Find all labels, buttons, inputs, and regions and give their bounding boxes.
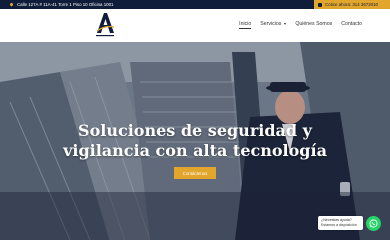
hero-title-line-2: vigilancia con alta tecnología <box>63 141 327 160</box>
hero-title-line-1: Soluciones de seguridad y <box>78 121 312 140</box>
nav-item-contacto[interactable]: Contacto <box>341 21 362 29</box>
site-header: Inicio Servicios Quiénes Somos Contacto <box>0 9 390 42</box>
chat-bubble[interactable]: ¿Necesitas ayuda? Estamos a disposición <box>318 216 363 230</box>
contact-button[interactable]: Contáctenos <box>174 167 216 179</box>
whatsapp-button[interactable] <box>366 216 381 231</box>
address-block: Calle 127A # 11A-41 Torre 1 Piso 10 Ofic… <box>0 0 114 9</box>
hero-title: Soluciones de seguridad y vigilancia con… <box>0 121 390 161</box>
nav-item-quienes-somos[interactable]: Quiénes Somos <box>295 21 332 29</box>
nav-item-inicio[interactable]: Inicio <box>239 21 252 29</box>
top-bar: Calle 127A # 11A-41 Torre 1 Piso 10 Ofic… <box>0 0 390 9</box>
address-text: Calle 127A # 11A-41 Torre 1 Piso 10 Ofic… <box>17 2 114 7</box>
nav-item-servicios[interactable]: Servicios <box>260 21 287 29</box>
whatsapp-icon <box>369 219 378 228</box>
phone-block[interactable]: Cotice ahora: 314 3672010 <box>314 0 390 9</box>
chat-line-2: Estamos a disposición <box>321 223 357 227</box>
phone-text[interactable]: Cotice ahora: 314 3672010 <box>325 2 378 7</box>
location-pin-icon <box>9 2 14 7</box>
nav-item-servicios-label[interactable]: Servicios <box>260 21 281 27</box>
chevron-down-icon[interactable] <box>284 22 287 25</box>
main-nav: Inicio Servicios Quiénes Somos Contacto <box>239 21 362 29</box>
company-logo[interactable] <box>94 11 116 39</box>
hero-section: Soluciones de seguridad y vigilancia con… <box>0 42 390 240</box>
phone-icon <box>318 2 323 7</box>
